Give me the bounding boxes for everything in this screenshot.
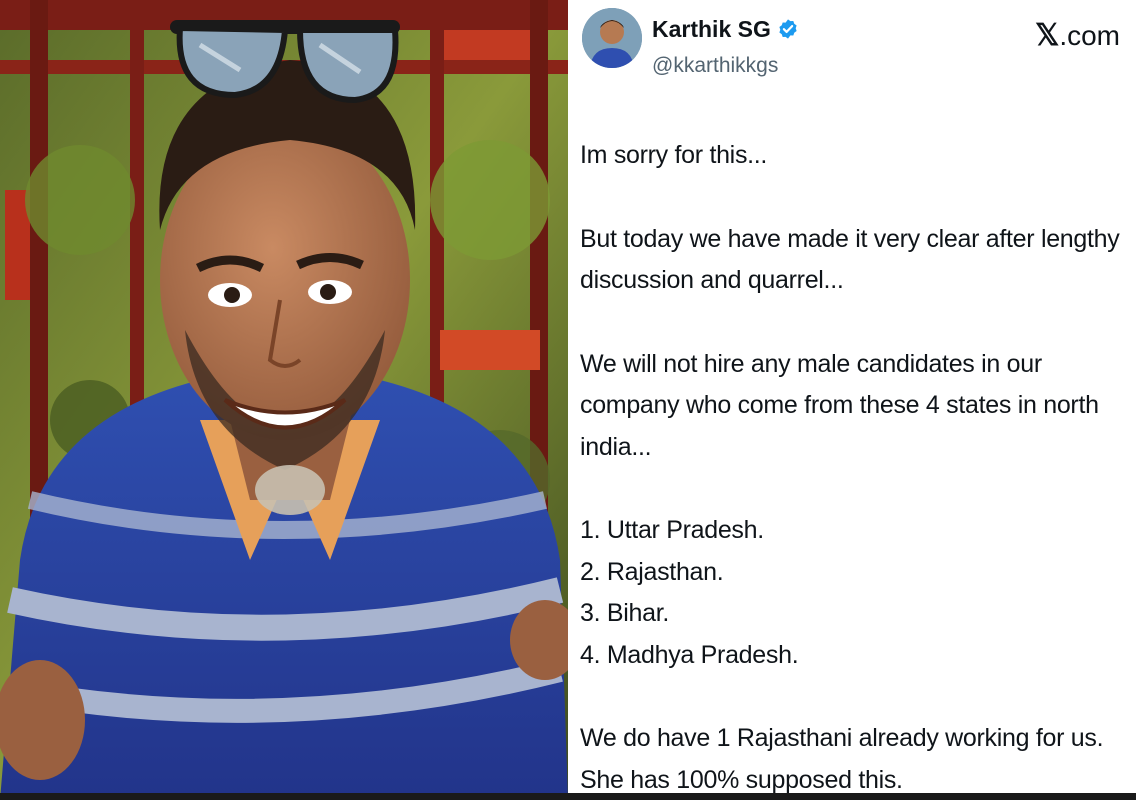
tweet-text: Im sorry for this... But today we have m… — [580, 135, 1128, 800]
screenshot-frame: Karthik SG @kkarthikkgs 𝕏.com Im sorry f… — [0, 0, 1136, 800]
bottom-edge — [0, 793, 1136, 800]
display-name[interactable]: Karthik SG — [652, 16, 771, 43]
x-brand-logo: 𝕏.com — [1035, 18, 1120, 53]
avatar[interactable] — [582, 8, 642, 68]
tweet-line: Im sorry for this... — [580, 141, 768, 169]
tweet-line: company who come from these 4 states in … — [580, 391, 1099, 419]
list-item: 4. Madhya Pradesh. — [580, 640, 799, 669]
avatar-person-icon — [582, 8, 642, 68]
tweet-line: discussion and quarrel... — [580, 266, 844, 294]
list-item: 1. Uttar Pradesh. — [580, 516, 764, 544]
tweet-line: But today we have made it very clear aft… — [580, 224, 1120, 253]
list-item: 2. Rajasthan. — [580, 557, 724, 586]
list-item: 3. Bihar. — [580, 599, 670, 627]
tweet-line: We will not hire any male candidates in … — [580, 349, 1042, 378]
tweet-card: Karthik SG @kkarthikkgs 𝕏.com Im sorry f… — [568, 0, 1136, 800]
x-logo-icon: 𝕏 — [1035, 19, 1060, 52]
brand-suffix: .com — [1059, 20, 1120, 51]
tweet-header: Karthik SG @kkarthikkgs 𝕏.com — [580, 6, 1130, 90]
profile-photo — [0, 0, 568, 800]
tweet-line: india... — [580, 432, 652, 461]
person-photo-icon — [0, 0, 568, 800]
user-handle[interactable]: @kkarthikkgs — [652, 54, 778, 78]
tweet-line: We do have 1 Rajasthani already working … — [580, 724, 1104, 752]
verified-badge-icon — [779, 19, 797, 39]
